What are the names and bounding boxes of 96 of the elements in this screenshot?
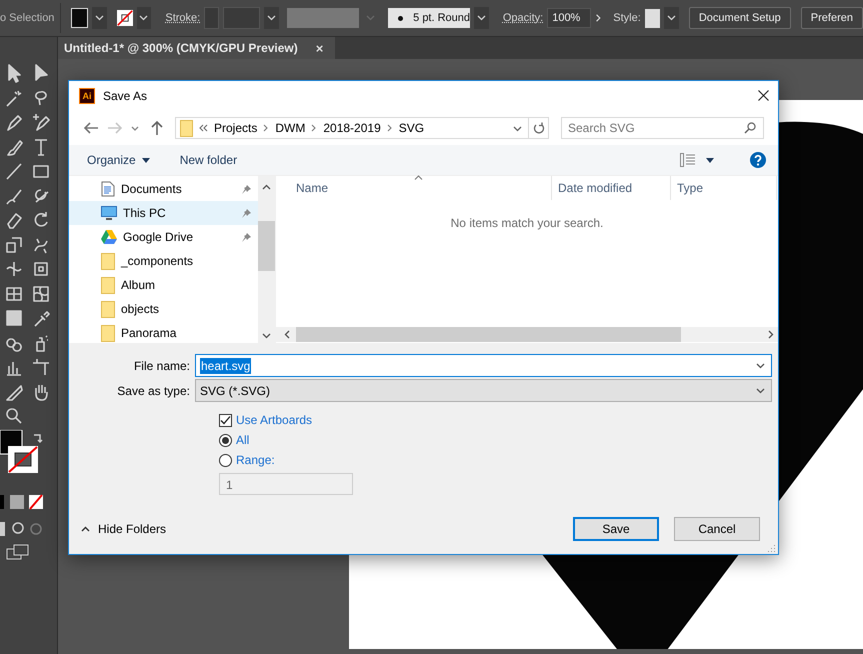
caret-icon[interactable] <box>706 158 714 162</box>
back-arrow-icon[interactable] <box>81 120 101 136</box>
chevron-down-icon[interactable] <box>262 333 271 339</box>
style-label: Style: <box>613 12 641 24</box>
column-header[interactable]: Date modified <box>552 176 671 200</box>
forward-arrow-icon <box>105 120 125 136</box>
document-icon <box>101 181 115 197</box>
width-icon[interactable] <box>4 259 24 279</box>
chevron-right-icon[interactable] <box>311 124 318 132</box>
breadcrumb-item[interactable]: DWM <box>275 121 306 135</box>
search-icon[interactable] <box>4 406 24 426</box>
screen-mode-icon[interactable] <box>6 544 30 560</box>
file-name-label: File name: <box>132 358 191 372</box>
style-swatch[interactable] <box>644 8 660 28</box>
chevron-down-icon[interactable] <box>756 362 765 368</box>
radio-label[interactable]: Range: <box>236 453 275 467</box>
toolbar-button[interactable]: Preferen <box>800 7 863 29</box>
close-tab-button[interactable]: × <box>316 40 324 56</box>
new-folder-button[interactable]: New folder <box>180 153 238 167</box>
dialog-title: Save As <box>103 88 148 102</box>
app-logo: Ai <box>79 88 95 104</box>
toolbar-button[interactable]: Document Setup <box>688 7 791 29</box>
horizontal-scrollbar[interactable] <box>276 327 778 342</box>
cancel-button[interactable]: Cancel <box>674 517 760 541</box>
resize-grip-icon[interactable] <box>768 544 776 552</box>
chevron-up-icon[interactable] <box>262 184 271 190</box>
breadcrumb-item[interactable]: SVG <box>398 121 424 135</box>
file-name-field[interactable]: heart.svg <box>195 354 772 377</box>
caret-icon <box>142 158 150 162</box>
pen-icon[interactable] <box>30 112 50 132</box>
folder-icon <box>180 120 193 136</box>
chevron-right-icon[interactable] <box>263 124 270 132</box>
chevron-up-icon <box>81 526 90 532</box>
sort-caret-icon <box>414 175 423 180</box>
mesh-icon[interactable] <box>30 284 50 304</box>
nav-item[interactable]: Documents <box>69 177 258 201</box>
line-icon[interactable] <box>4 161 24 181</box>
close-icon <box>758 90 768 101</box>
save-button[interactable]: Save <box>573 517 659 541</box>
fill-swatch[interactable] <box>71 8 88 28</box>
search-icon <box>744 122 756 134</box>
chevron-down-icon[interactable] <box>756 388 765 394</box>
breadcrumb-item[interactable]: 2018-2019 <box>323 121 381 135</box>
folder-icon <box>101 252 115 270</box>
folder-icon <box>101 324 115 342</box>
double-chevron-icon[interactable] <box>199 124 208 132</box>
opacity-label: Opacity: <box>502 12 544 24</box>
scale-icon[interactable] <box>4 234 24 254</box>
search-field[interactable]: Search SVG <box>561 117 764 139</box>
folder-icon <box>101 276 115 294</box>
monitor-icon <box>101 206 117 220</box>
brush-dropdown[interactable]: 5 pt. Round <box>388 8 470 28</box>
chevron-right-icon[interactable] <box>768 330 774 339</box>
range-field: 1 <box>219 473 353 495</box>
details-view-icon[interactable] <box>680 153 696 167</box>
save-as-type-label: Save as type: <box>116 384 191 398</box>
checkbox[interactable] <box>219 414 232 426</box>
chevron-left-icon[interactable] <box>284 330 290 339</box>
radio-button[interactable] <box>219 434 232 446</box>
help-icon[interactable] <box>750 152 766 168</box>
draw-mode-drawing[interactable] <box>0 520 44 538</box>
gradient-icon[interactable] <box>4 308 24 328</box>
wand-icon[interactable] <box>4 88 24 108</box>
chevron-right-icon[interactable] <box>386 124 393 132</box>
opacity-field[interactable]: 100% <box>547 8 591 28</box>
nav-item[interactable]: objects <box>69 297 258 321</box>
selection-label: o Selection <box>0 12 54 24</box>
breadcrumb-item[interactable]: Projects <box>214 121 258 135</box>
color-mode-drawing[interactable] <box>0 494 44 510</box>
artboard-icon[interactable] <box>30 357 50 377</box>
nav-item[interactable]: Album <box>69 273 258 297</box>
refresh-icon <box>532 122 544 134</box>
folder-icon <box>101 300 115 318</box>
refresh-button[interactable] <box>529 117 549 139</box>
empty-message: No items match your search. <box>450 216 604 230</box>
column-header[interactable]: Name <box>276 176 552 200</box>
document-tab[interactable]: Untitled-1* @ 300% (CMYK/GPU Preview) × <box>58 37 336 59</box>
hide-folders-button[interactable]: Hide Folders <box>81 522 166 536</box>
nav-item[interactable]: _components <box>69 249 258 273</box>
stroke-weight-field[interactable] <box>223 7 260 29</box>
nav-item[interactable]: Panorama <box>69 321 258 345</box>
column-header[interactable]: Type <box>671 176 777 200</box>
address-bar[interactable]: Projects DWM 2018-2019 SVG <box>175 117 529 139</box>
vertical-scrollbar[interactable] <box>258 176 275 343</box>
file-type-dropdown[interactable]: SVG (*.SVG) <box>195 379 772 402</box>
organize-menu[interactable]: Organize <box>87 153 150 167</box>
nav-item[interactable]: Google Drive <box>69 225 258 249</box>
radio-button[interactable] <box>219 454 232 466</box>
radio-label[interactable]: All <box>236 433 250 447</box>
stroke-label: Stroke: <box>165 12 200 24</box>
triangle-logo-icon <box>101 230 117 244</box>
chevron-down-icon[interactable] <box>513 126 522 132</box>
checkbox-label[interactable]: Use Artboards <box>236 413 312 427</box>
nav-item[interactable]: This PC <box>69 201 258 225</box>
no-stroke-swatch[interactable] <box>116 8 133 28</box>
swap-arrow-icon[interactable] <box>32 432 44 444</box>
